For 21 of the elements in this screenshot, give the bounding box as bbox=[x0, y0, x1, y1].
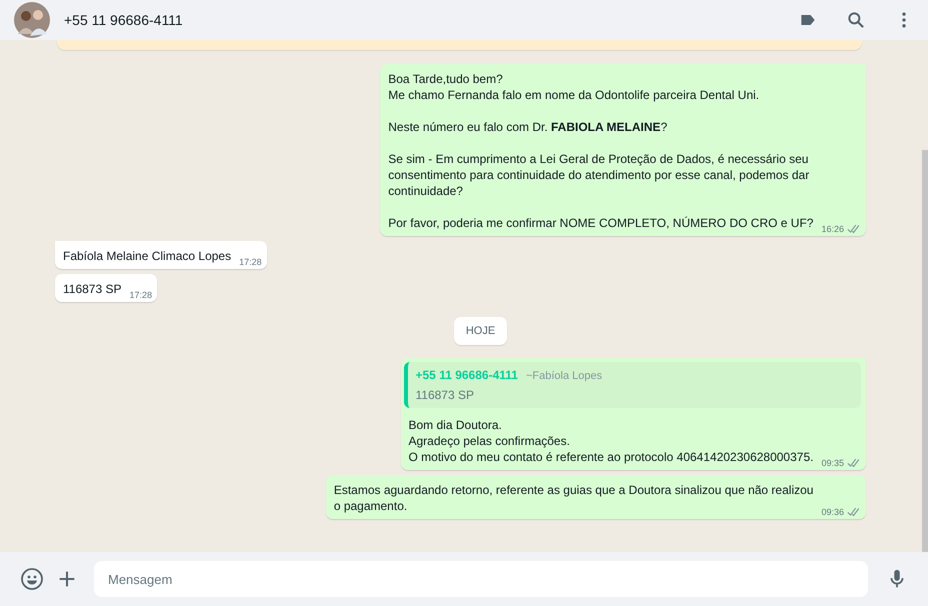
emoji-icon[interactable] bbox=[20, 567, 44, 591]
message-time: 09:35 bbox=[821, 458, 844, 468]
message-text: Fabíola Melaine Climaco Lopes bbox=[63, 248, 232, 265]
date-chip: HOJE bbox=[454, 317, 508, 345]
message-time: 09:36 bbox=[821, 507, 844, 517]
message-input[interactable]: Mensagem bbox=[94, 561, 868, 597]
message-text: Boa Tarde,tudo bem? Me chamo Fernanda falo em nome da Odontolife parceira Dental Uni. Neste número eu falo com Dr. FABIOLA MELAINE? Se sim - Em cumprimento a Lei Geral de Proteção de Dados, é necessário seu consentimento para continuidade do atendimento por esse canal, podemos dar continuidade? Por favor, poderia me confirmar NOME COMPLETO, NÚMERO DO CRO e UF? bbox=[388, 71, 814, 232]
scrollbar[interactable] bbox=[922, 150, 928, 552]
avatar-icon[interactable] bbox=[14, 2, 50, 38]
message-time: 17:28 bbox=[239, 257, 262, 267]
message-time: 16:26 bbox=[821, 224, 844, 234]
quote-author: +55 11 96686-4111 bbox=[416, 368, 518, 382]
quote-name: ~Fabíola Lopes bbox=[526, 370, 602, 382]
message-text: 116873 SP bbox=[63, 281, 122, 298]
contact-name[interactable]: +55 11 96686-4111 bbox=[64, 12, 183, 28]
message-text: Bom dia Doutora. Agradeço pelas confirmações. O motivo do meu contato é referente ao protocolo 40641420230628000375. bbox=[408, 417, 814, 466]
message-time: 17:28 bbox=[130, 290, 152, 300]
search-icon[interactable] bbox=[846, 10, 866, 30]
quoted-message[interactable]: +55 11 96686-4111 ~Fabíola Lopes 116873 SP bbox=[404, 362, 861, 408]
quote-text: 116873 SP bbox=[416, 388, 475, 402]
message-text: Estamos aguardando retorno, referente as guias que a Doutora sinalizou que não realizou o pagamento. bbox=[334, 482, 814, 515]
